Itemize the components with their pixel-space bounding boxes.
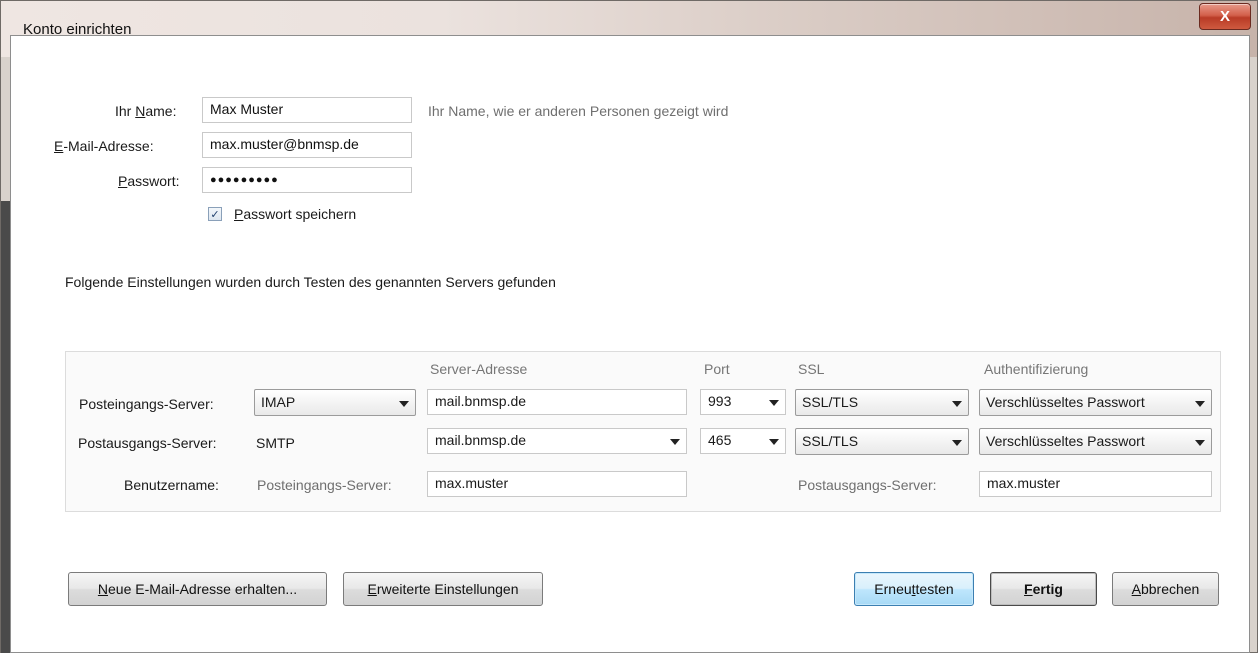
username-incoming-field[interactable]: max.muster [427,471,687,497]
name-label-part: Ihr [115,103,136,119]
incoming-server-label: Posteingangs-Server: [79,396,214,412]
password-field[interactable]: ●●●●●●●●● [202,167,412,193]
outgoing-address-value: mail.bnmsp.de [435,432,527,448]
incoming-ssl-select[interactable]: SSL/TLS [795,389,969,416]
column-header-ssl: SSL [798,361,825,377]
chevron-down-icon [670,439,680,445]
found-settings-message: Folgende Einstellungen wurden durch Test… [65,274,556,290]
name-field[interactable]: Max Muster [202,97,412,123]
chevron-down-icon [1195,401,1205,407]
incoming-protocol-select[interactable]: IMAP [254,389,416,416]
advanced-label: rweiterte Einstellungen [376,581,519,597]
incoming-auth-select[interactable]: Verschlüsseltes Passwort [979,389,1212,416]
chevron-down-icon [769,439,779,445]
username-outgoing-label: Postausgangs-Server: [798,477,937,493]
remember-password-checkbox[interactable]: ✓ [208,207,222,221]
close-icon: X [1219,8,1230,25]
chevron-down-icon [769,400,779,406]
new-email-accesskey: N [97,581,109,597]
incoming-auth-value: Verschlüsseltes Passwort [986,394,1145,410]
column-header-auth: Authentifizierung [984,361,1089,377]
new-email-label: eue E-Mail-Adresse erhalten... [108,581,298,597]
remember-label-accesskey: P [234,206,244,222]
name-label-part: ame: [145,103,177,119]
dialog-window: Konto einrichten X Ihr Name: Max Muster … [0,0,1258,653]
password-label-part: asswort: [127,173,180,189]
remember-label-part: asswort speichern [243,206,357,222]
outgoing-protocol: SMTP [256,435,295,451]
email-label-accesskey: E [54,138,64,154]
outgoing-ssl-select[interactable]: SSL/TLS [795,428,969,455]
email-field[interactable]: max.muster@bnmsp.de [202,132,412,158]
chevron-down-icon [1195,440,1205,446]
checkmark-icon: ✓ [210,208,220,221]
outgoing-ssl-value: SSL/TLS [802,433,859,449]
incoming-protocol-value: IMAP [261,394,296,410]
outgoing-auth-value: Verschlüsseltes Passwort [986,433,1145,449]
password-label: Passwort: [118,173,179,189]
name-hint: Ihr Name, wie er anderen Personen gezeig… [428,103,729,119]
incoming-ssl-value: SSL/TLS [802,394,859,410]
advanced-accesskey: E [367,581,377,597]
username-outgoing-field[interactable]: max.muster [979,471,1212,497]
username-label: Benutzername: [124,477,219,493]
retest-label: testen [915,581,954,597]
server-settings-panel: Server-Adresse Port SSL Authentifizierun… [65,351,1221,512]
incoming-port-combo[interactable]: 993 [700,389,786,415]
cancel-label: bbrechen [1140,581,1200,597]
email-label: E-Mail-Adresse: [54,138,154,154]
outgoing-port-value: 465 [708,432,732,448]
chevron-down-icon [952,440,962,446]
outgoing-auth-select[interactable]: Verschlüsseltes Passwort [979,428,1212,455]
new-email-address-button[interactable]: Neue E-Mail-Adresse erhalten... [68,572,327,606]
incoming-port-value: 993 [708,393,732,409]
retest-label: Erneu [874,581,912,597]
dialog-content: Ihr Name: Max Muster Ihr Name, wie er an… [10,35,1250,653]
password-label-accesskey: P [118,173,128,189]
outgoing-server-label: Postausgangs-Server: [78,435,217,451]
advanced-settings-button[interactable]: Erweiterte Einstellungen [343,572,543,606]
username-incoming-label: Posteingangs-Server: [257,477,392,493]
chevron-down-icon [399,401,409,407]
cancel-button[interactable]: Abbrechen [1112,572,1219,606]
name-label-accesskey: N [135,103,146,119]
window-edge [1,201,10,653]
retest-button[interactable]: Erneu t testen [854,572,974,606]
done-button[interactable]: Fertig [990,572,1097,606]
column-header-address: Server-Adresse [430,361,528,377]
cancel-accesskey: A [1131,581,1141,597]
remember-password-label[interactable]: Passwort speichern [234,206,356,222]
chevron-down-icon [952,401,962,407]
email-label-part: -Mail-Adresse: [63,138,154,154]
outgoing-address-combo[interactable]: mail.bnmsp.de [427,428,687,454]
done-label: ertig [1032,581,1063,597]
done-accesskey: F [1024,581,1033,597]
column-header-port: Port [704,361,730,377]
close-button[interactable]: X [1199,3,1251,30]
name-label: Ihr Name: [115,103,176,119]
outgoing-port-combo[interactable]: 465 [700,428,786,454]
incoming-address-field[interactable]: mail.bnmsp.de [427,389,687,415]
